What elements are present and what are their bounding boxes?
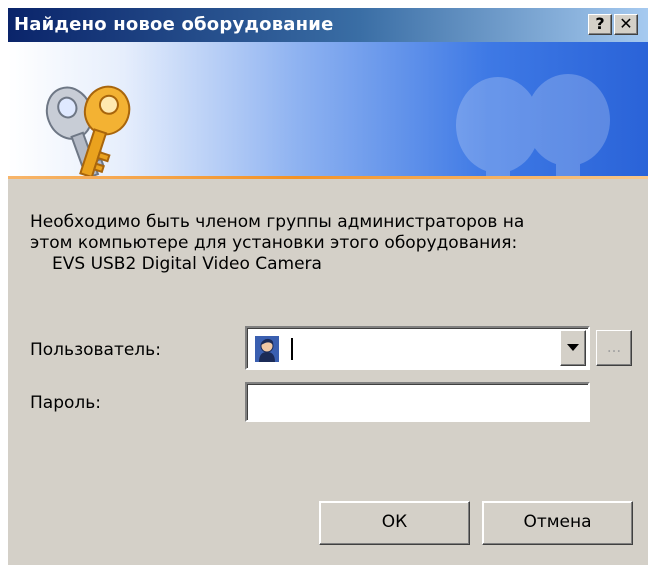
password-label: Пароль: — [30, 393, 102, 413]
new-hardware-dialog: Найдено новое оборудование ? ✕ Необходим… — [8, 8, 648, 565]
title-bar[interactable]: Найдено новое оборудование ? ✕ — [8, 8, 648, 42]
keys-icon — [45, 85, 131, 178]
chevron-down-icon — [567, 344, 579, 351]
help-button[interactable]: ? — [588, 14, 612, 35]
close-icon: ✕ — [619, 14, 633, 33]
message-line-2: этом компьютере для установки этого обор… — [30, 233, 518, 253]
password-field[interactable] — [245, 382, 590, 422]
header-banner — [8, 42, 648, 178]
cancel-button[interactable]: Отмена — [482, 501, 633, 545]
device-name: EVS USB2 Digital Video Camera — [52, 254, 322, 274]
banner-divider — [8, 176, 648, 179]
help-icon: ? — [595, 14, 605, 33]
close-button[interactable]: ✕ — [614, 14, 638, 35]
browse-users-button[interactable]: ... — [596, 330, 632, 366]
user-dropdown-button[interactable] — [560, 330, 586, 366]
user-avatar-icon — [255, 336, 279, 362]
user-combobox[interactable] — [245, 326, 590, 370]
keys-watermark-icon — [456, 74, 610, 178]
ok-button[interactable]: ОК — [319, 501, 470, 545]
message-text: Необходимо быть членом группы администра… — [30, 212, 630, 275]
message-line-1: Необходимо быть членом группы администра… — [30, 212, 525, 232]
user-label: Пользователь: — [30, 340, 161, 360]
text-cursor — [291, 338, 293, 360]
window-title: Найдено новое оборудование — [14, 14, 334, 35]
browse-label: ... — [606, 338, 622, 356]
